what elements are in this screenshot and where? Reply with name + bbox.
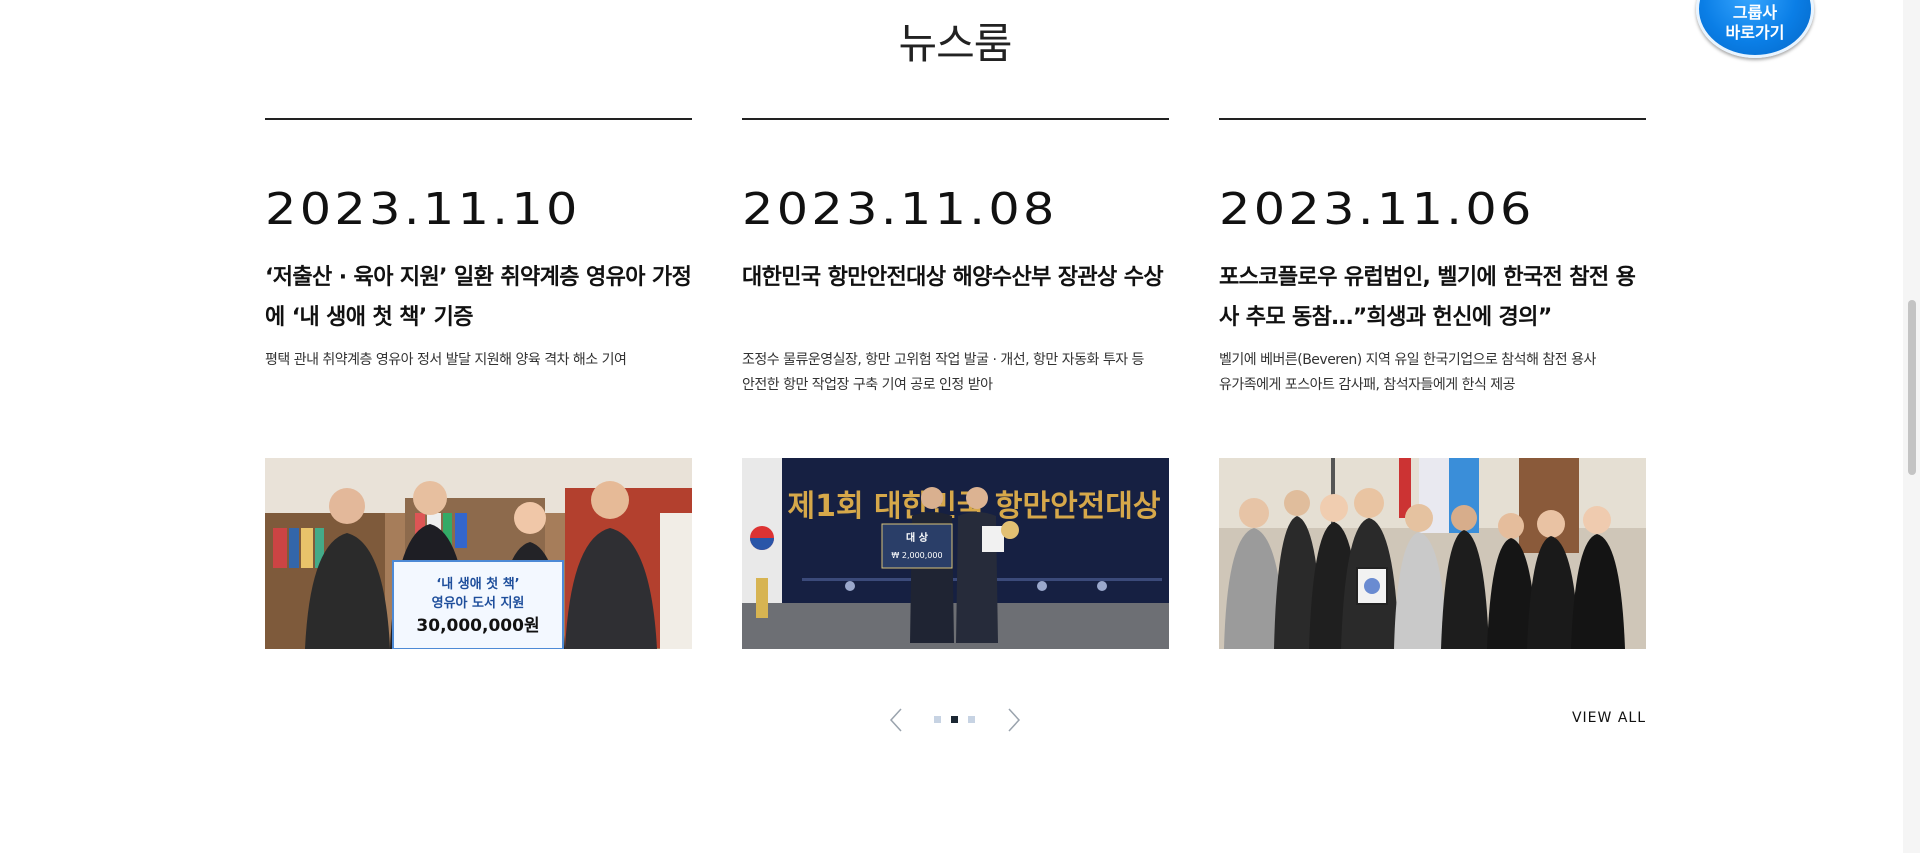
- news-summary: 조정수 물류운영실장, 항만 고위험 작업 발굴 · 개선, 항만 자동화 투자…: [742, 352, 1144, 393]
- news-date: 2023.11.10: [265, 184, 581, 235]
- view-all-link[interactable]: VIEW ALL: [1530, 710, 1646, 726]
- group-shortcut-label: 그룹사 바로가기: [1725, 3, 1785, 42]
- news-photo-memorial-group: [1219, 458, 1646, 649]
- news-card-list: 2023.11.10 ‘저출산 · 육아 지원’ 일환 취약계층 영유아 가정에…: [265, 118, 1646, 650]
- news-card[interactable]: 2023.11.06 포스코플로우 유럽법인, 벨기에 한국전 참전 용사 추모…: [1219, 118, 1646, 650]
- news-title[interactable]: 포스코플로우 유럽법인, 벨기에 한국전 참전 용사 추모 동참…”희생과 헌신…: [1219, 258, 1646, 338]
- banner-line2: 영유아 도서 지원: [432, 595, 525, 611]
- board-title: 대 상: [906, 531, 929, 544]
- chevron-left-icon: [889, 708, 902, 732]
- news-thumbnail[interactable]: [1219, 458, 1646, 649]
- news-date: 2023.11.06: [1219, 184, 1535, 235]
- banner-line1: ‘내 생애 첫 책’: [436, 576, 519, 592]
- section-title: 뉴스룸: [898, 19, 1013, 68]
- news-thumbnail[interactable]: 제1회 대한민국 항만안전대상 대 상 ₩ 2,00: [742, 458, 1169, 649]
- news-pager: [880, 706, 1030, 734]
- newsroom-page: 뉴스룸 2023.11.10 ‘저출산 · 육아 지원’ 일환 취약계층 영유아…: [0, 0, 1920, 853]
- pager-dot-active[interactable]: [951, 716, 958, 723]
- scrollbar-thumb[interactable]: [1908, 300, 1916, 475]
- news-thumbnail[interactable]: ‘내 생애 첫 책’ 영유아 도서 지원 30,000,000원: [265, 458, 692, 649]
- news-summary: 평택 관내 취약계층 영유아 정서 발달 지원해 양육 격차 해소 기여: [265, 352, 627, 368]
- pager-dot[interactable]: [968, 716, 975, 723]
- news-title[interactable]: 대한민국 항만안전대상 해양수산부 장관상 수상: [742, 258, 1169, 298]
- previous-arrow[interactable]: [884, 706, 908, 734]
- news-photo-award-ceremony: 제1회 대한민국 항만안전대상 대 상 ₩ 2,00: [742, 458, 1169, 649]
- chevron-right-icon: [1008, 708, 1021, 732]
- page-scrollbar[interactable]: [1903, 0, 1920, 853]
- news-photo-library-donation: ‘내 생애 첫 책’ 영유아 도서 지원 30,000,000원: [265, 458, 692, 649]
- news-date: 2023.11.08: [742, 184, 1058, 235]
- news-card[interactable]: 2023.11.08 대한민국 항만안전대상 해양수산부 장관상 수상 조정수 …: [742, 118, 1169, 650]
- news-card[interactable]: 2023.11.10 ‘저출산 · 육아 지원’ 일환 취약계층 영유아 가정에…: [265, 118, 692, 650]
- news-summary: 벨기에 베버른(Beveren) 지역 유일 한국기업으로 참석해 참전 용사 …: [1219, 352, 1596, 393]
- news-title[interactable]: ‘저출산 · 육아 지원’ 일환 취약계층 영유아 가정에 ‘내 생애 첫 책’…: [265, 258, 692, 338]
- banner-amount: 30,000,000원: [416, 616, 539, 636]
- board-amount: ₩ 2,000,000: [891, 551, 942, 560]
- next-arrow[interactable]: [1002, 706, 1026, 734]
- pager-dot[interactable]: [934, 716, 941, 723]
